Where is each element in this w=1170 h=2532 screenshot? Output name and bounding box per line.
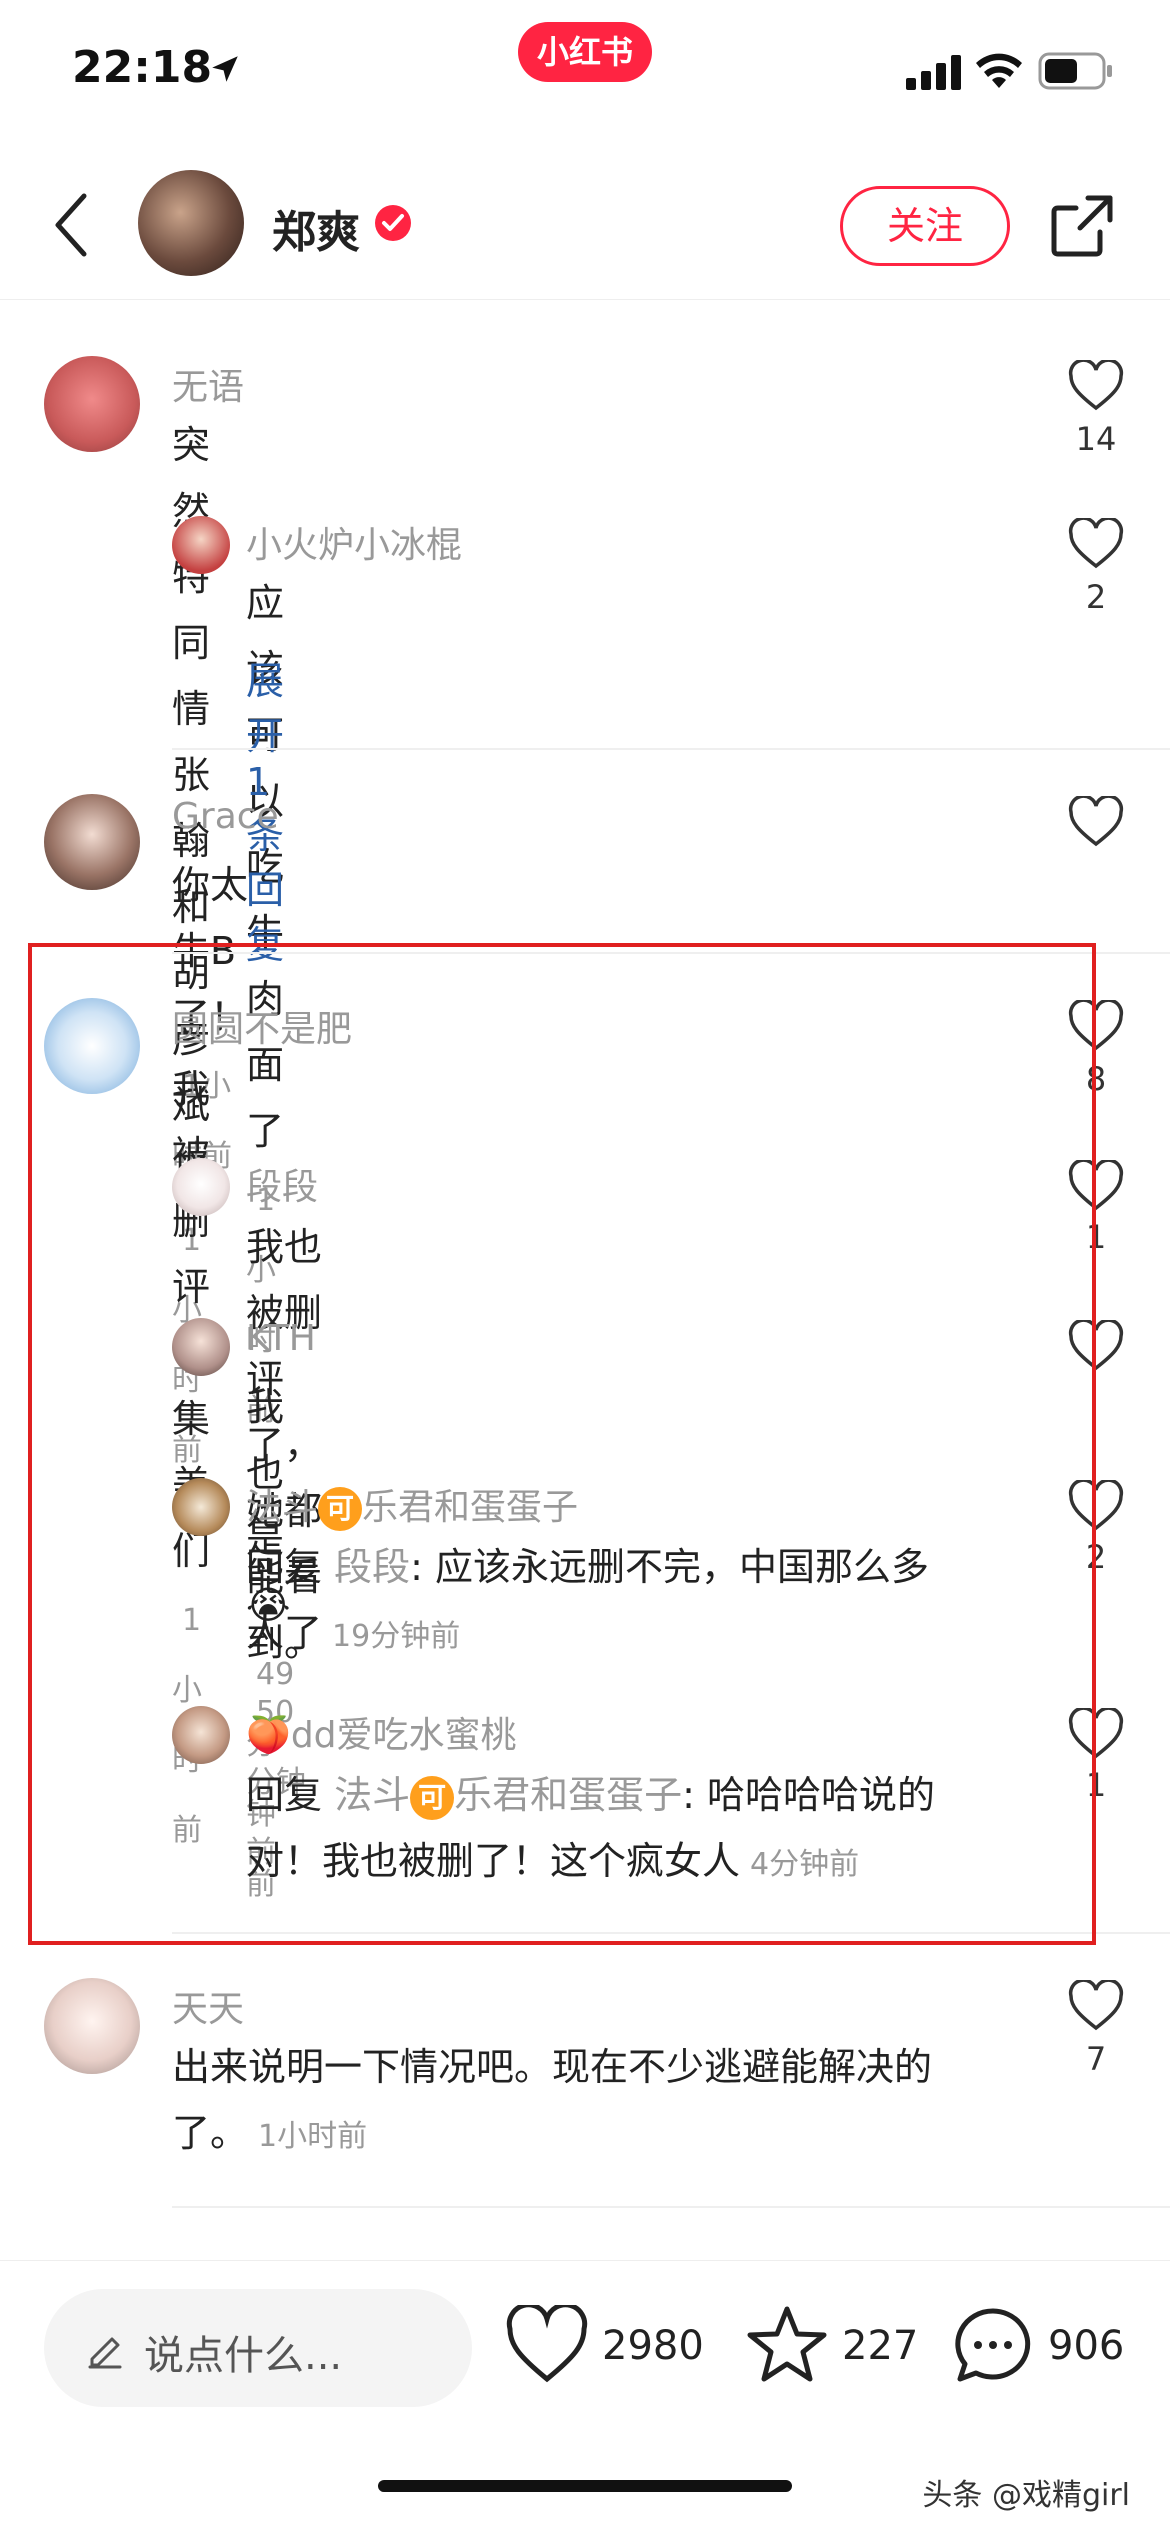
avatar[interactable] xyxy=(172,516,230,574)
watermark: 头条 @戏精girl xyxy=(922,2478,1130,2513)
battery-icon xyxy=(1038,52,1112,90)
location-arrow-icon xyxy=(212,56,238,82)
avatar[interactable] xyxy=(172,1158,230,1216)
app-logo: 小红书 xyxy=(518,22,652,82)
back-icon[interactable] xyxy=(48,190,96,260)
post-header: 郑爽 关注 xyxy=(0,150,1170,300)
share-icon[interactable] xyxy=(1048,192,1116,260)
reply-time: 19分钟前 xyxy=(332,1619,461,1654)
divider xyxy=(172,748,1170,750)
reply-target[interactable]: 法斗可乐君和蛋蛋子 xyxy=(334,1773,683,1820)
comment-body-line1: 出来说明一下情况吧。现在不少逃避能解决的 xyxy=(172,2045,933,2089)
like-icon[interactable] xyxy=(1068,1160,1124,1212)
comment-username[interactable]: 天天 xyxy=(172,1980,244,2032)
author-name[interactable]: 郑爽 xyxy=(272,196,360,260)
comment-body-line2: 了。 xyxy=(172,2111,249,2155)
reply-username[interactable]: 小火炉小冰棍 xyxy=(246,516,462,568)
reply-text[interactable]: 回复 法斗可乐君和蛋蛋子: 哈哈哈哈说的对！我也被删了！这个疯女人 4分钟前 xyxy=(246,1762,1036,1898)
user-badge-icon: 可 xyxy=(318,1487,363,1531)
like-icon[interactable] xyxy=(1068,1708,1124,1760)
comment-username[interactable]: 无语 xyxy=(172,358,244,410)
reply-label: 回复 xyxy=(246,1545,323,1589)
reply-body-line1: : 哈哈哈哈说的 xyxy=(682,1773,936,1817)
reply-text[interactable]: 回复 段段: 应该永远删不完，中国那么多人了 19分钟前 xyxy=(246,1534,1036,1670)
comment-text[interactable]: 出来说明一下情况吧。现在不少逃避能解决的 了。 1小时前 xyxy=(172,2034,1052,2170)
like-count: 1 xyxy=(1085,1218,1107,1256)
comment-bubble-icon xyxy=(955,2308,1031,2382)
comment-button[interactable]: 906 xyxy=(952,2305,1132,2395)
reply-username[interactable]: 段段 xyxy=(246,1158,318,1210)
heart-icon xyxy=(506,2305,588,2383)
like-icon[interactable] xyxy=(1068,1980,1124,2032)
comment-total: 906 xyxy=(1048,2323,1125,2369)
user-badge-icon: 可 xyxy=(410,1775,455,1820)
cellular-signal-icon xyxy=(906,55,961,90)
divider xyxy=(172,2206,1170,2208)
avatar[interactable] xyxy=(44,356,140,452)
avatar[interactable] xyxy=(172,1478,230,1536)
comment-username[interactable]: Grace xyxy=(172,796,279,837)
comment-input[interactable]: 说点什么... xyxy=(44,2289,472,2407)
like-count: 2 xyxy=(1085,578,1107,616)
like-icon[interactable] xyxy=(1068,518,1124,570)
reply-username-suffix: 乐君和蛋蛋子 xyxy=(362,1487,579,1528)
like-count: 14 xyxy=(1075,420,1117,458)
status-time: 22:18 xyxy=(72,42,213,93)
star-icon xyxy=(747,2306,827,2382)
reply-target-prefix: 法斗 xyxy=(334,1773,411,1817)
divider xyxy=(172,1932,1170,1934)
like-button[interactable]: 2980 xyxy=(506,2305,706,2395)
like-icon[interactable] xyxy=(1068,1320,1124,1372)
reply-time: 4分钟前 xyxy=(750,1847,860,1882)
like-count: 8 xyxy=(1085,1060,1107,1098)
avatar[interactable] xyxy=(44,998,140,1094)
avatar[interactable] xyxy=(172,1706,230,1764)
like-icon[interactable] xyxy=(1068,796,1124,848)
like-total: 2980 xyxy=(602,2323,704,2369)
follow-button[interactable]: 关注 xyxy=(840,186,1010,266)
like-icon[interactable] xyxy=(1068,1480,1124,1532)
author-avatar[interactable] xyxy=(138,170,244,276)
like-icon[interactable] xyxy=(1068,360,1124,412)
reply-body-line2: 人了 xyxy=(246,1611,323,1655)
collect-button[interactable]: 227 xyxy=(746,2305,926,2395)
reply-username-text: dd爱吃水蜜桃 xyxy=(290,1715,517,1756)
reply-target-suffix: 乐君和蛋蛋子 xyxy=(454,1773,683,1817)
divider xyxy=(172,952,1170,954)
like-count: 2 xyxy=(1085,1538,1107,1576)
comment-time: 1小时前 xyxy=(258,2119,368,2154)
reply-username-prefix: 法斗 xyxy=(246,1487,319,1528)
reply-body-line2: 对！我也被删了！这个疯女人 xyxy=(246,1839,741,1883)
avatar[interactable] xyxy=(44,794,140,890)
like-icon[interactable] xyxy=(1068,1000,1124,1052)
reply-username[interactable]: 法斗可乐君和蛋蛋子 xyxy=(246,1478,578,1531)
reply-body-line1: : 应该永远删不完，中国那么多 xyxy=(410,1545,930,1589)
home-indicator[interactable] xyxy=(378,2480,792,2492)
comment-username[interactable]: 圆圆不是肥 xyxy=(172,1000,352,1052)
reply-target[interactable]: 段段 xyxy=(334,1545,410,1589)
comment-input-placeholder: 说点什么... xyxy=(144,2333,343,2379)
peach-emoji: 🍑 xyxy=(246,1715,291,1756)
avatar[interactable] xyxy=(44,1978,140,2074)
pencil-icon xyxy=(88,2337,122,2369)
verified-icon xyxy=(375,205,411,241)
reply-username[interactable]: 🍑dd爱吃水蜜桃 xyxy=(246,1706,517,1758)
wifi-icon xyxy=(976,53,1022,88)
avatar[interactable] xyxy=(172,1318,230,1376)
reply-username[interactable]: KTH xyxy=(246,1318,316,1359)
like-count: 7 xyxy=(1085,2040,1107,2078)
reply-label: 回复 xyxy=(246,1773,323,1817)
like-count: 1 xyxy=(1085,1766,1107,1804)
collect-total: 227 xyxy=(842,2323,919,2369)
status-bar: 22:18 小红书 xyxy=(0,0,1170,140)
